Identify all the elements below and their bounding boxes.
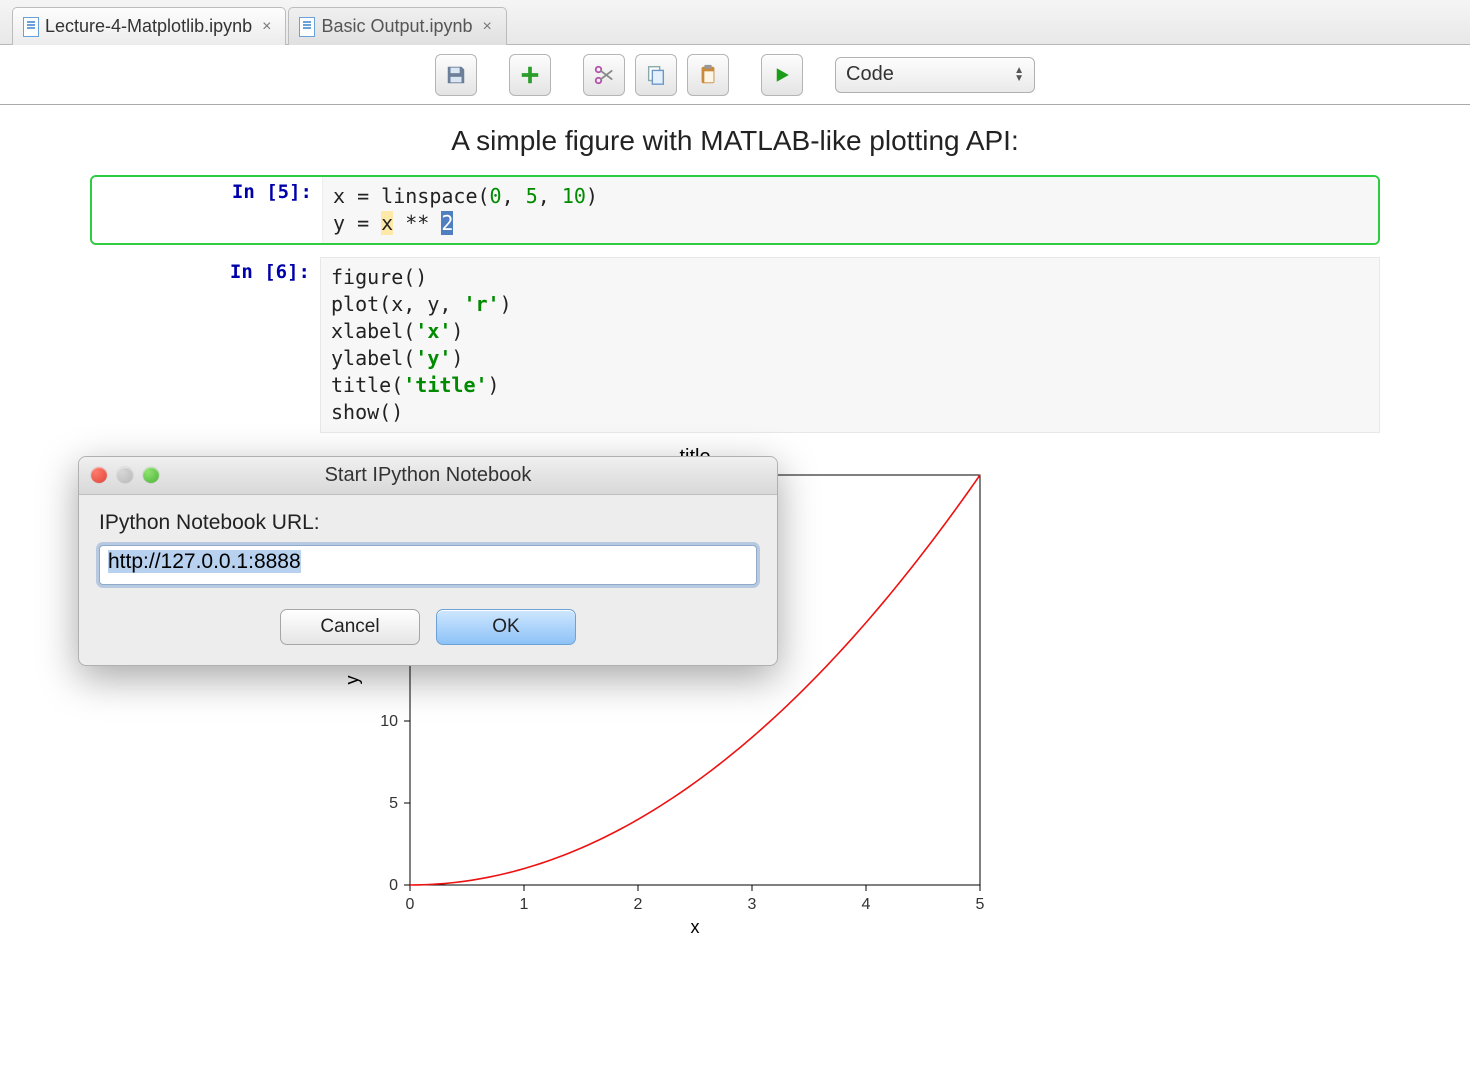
svg-text:0: 0 (406, 896, 415, 913)
code-selection: 2 (441, 211, 453, 235)
dialog-buttons: Cancel OK (99, 609, 757, 645)
code-text: , (538, 184, 562, 208)
code-text: , (502, 184, 526, 208)
svg-text:1: 1 (520, 896, 529, 913)
code-string: 'r' (463, 292, 499, 316)
markdown-heading: A simple figure with MATLAB-like plottin… (0, 125, 1470, 157)
copy-button[interactable] (635, 54, 677, 96)
tab-basic-output[interactable]: Basic Output.ipynb × (288, 7, 506, 45)
code-text: x = linspace( (333, 184, 490, 208)
zoom-window-icon[interactable] (143, 467, 159, 483)
svg-text:x: x (691, 917, 700, 937)
code-text: xlabel( (331, 319, 415, 343)
svg-text:y: y (342, 676, 362, 685)
tab-lecture4[interactable]: Lecture-4-Matplotlib.ipynb × (12, 7, 286, 45)
url-label: IPython Notebook URL: (99, 511, 757, 535)
code-text: ) (586, 184, 598, 208)
button-label: Cancel (320, 616, 379, 638)
code-editor[interactable]: x = linspace(0, 5, 10) y = x ** 2 (322, 177, 1378, 243)
minimize-window-icon[interactable] (117, 467, 133, 483)
dialog-title: Start IPython Notebook (325, 464, 532, 487)
code-cell-5[interactable]: In [5]: x = linspace(0, 5, 10) y = x ** … (90, 175, 1380, 245)
window-controls (91, 467, 159, 483)
tab-label: Basic Output.ipynb (321, 16, 472, 37)
add-cell-button[interactable] (509, 54, 551, 96)
url-value: http://127.0.0.1:8888 (108, 550, 301, 573)
svg-text:10: 10 (380, 713, 398, 730)
close-window-icon[interactable] (91, 467, 107, 483)
paste-icon (697, 64, 719, 86)
dialog-titlebar[interactable]: Start IPython Notebook (79, 457, 777, 495)
code-text: ylabel( (331, 346, 415, 370)
cell-prompt: In [6]: (90, 257, 320, 433)
scissors-icon (593, 64, 615, 86)
code-text: plot(x, y, (331, 292, 463, 316)
stepper-icon: ▲▼ (1014, 67, 1024, 83)
copy-icon (645, 64, 667, 86)
code-text: y = (333, 211, 381, 235)
editor-tab-bar: Lecture-4-Matplotlib.ipynb × Basic Outpu… (0, 0, 1470, 45)
button-label: OK (492, 616, 519, 638)
code-text: ) (500, 292, 512, 316)
save-button[interactable] (435, 54, 477, 96)
notebook-toolbar: Code ▲▼ (0, 45, 1470, 105)
cut-button[interactable] (583, 54, 625, 96)
cell-prompt: In [5]: (92, 177, 322, 243)
code-text: ** (393, 211, 441, 235)
code-string: 'y' (415, 346, 451, 370)
run-button[interactable] (761, 54, 803, 96)
code-number: 10 (562, 184, 586, 208)
svg-text:4: 4 (862, 896, 871, 913)
notebook-file-icon (299, 17, 315, 37)
url-input[interactable]: http://127.0.0.1:8888 (99, 545, 757, 585)
celltype-select[interactable]: Code ▲▼ (835, 57, 1035, 93)
paste-button[interactable] (687, 54, 729, 96)
code-string: 'title' (403, 373, 487, 397)
dialog-body: IPython Notebook URL: http://127.0.0.1:8… (79, 495, 777, 665)
code-string: 'x' (415, 319, 451, 343)
code-highlight: x (381, 211, 393, 235)
svg-text:5: 5 (976, 896, 985, 913)
code-text: title( (331, 373, 403, 397)
svg-text:5: 5 (389, 795, 398, 812)
code-text: ) (488, 373, 500, 397)
code-cell-6[interactable]: In [6]: figure() plot(x, y, 'r') xlabel(… (90, 257, 1380, 433)
code-text: ) (451, 319, 463, 343)
close-icon[interactable]: × (262, 18, 271, 36)
play-icon (773, 66, 791, 84)
code-text: figure() (331, 265, 427, 289)
code-editor[interactable]: figure() plot(x, y, 'r') xlabel('x') yla… (320, 257, 1380, 433)
close-icon[interactable]: × (483, 18, 492, 36)
svg-text:2: 2 (634, 896, 643, 913)
svg-text:0: 0 (389, 877, 398, 894)
notebook-file-icon (23, 17, 39, 37)
celltype-value: Code (846, 63, 894, 86)
cancel-button[interactable]: Cancel (280, 609, 420, 645)
code-number: 5 (526, 184, 538, 208)
save-icon (445, 64, 467, 86)
tab-label: Lecture-4-Matplotlib.ipynb (45, 16, 252, 37)
code-number: 0 (490, 184, 502, 208)
svg-text:3: 3 (748, 896, 757, 913)
code-text: ) (451, 346, 463, 370)
plus-icon (519, 64, 541, 86)
code-text: show() (331, 400, 403, 424)
start-notebook-dialog: Start IPython Notebook IPython Notebook … (78, 456, 778, 666)
ok-button[interactable]: OK (436, 609, 576, 645)
